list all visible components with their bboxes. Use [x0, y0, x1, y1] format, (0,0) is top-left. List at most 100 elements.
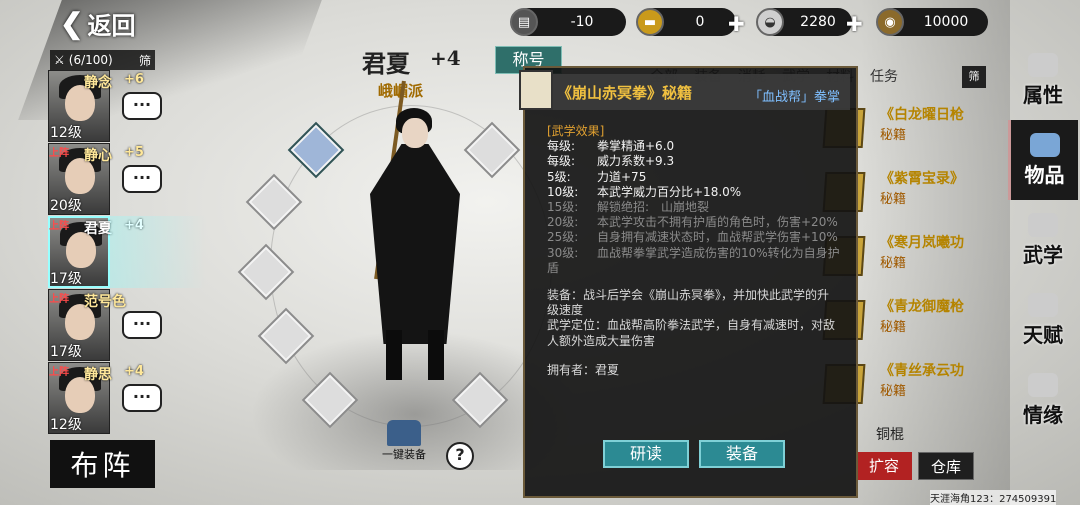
- item-name: 《白龙曜日枪: [880, 107, 964, 123]
- member-name: 范号色: [84, 294, 126, 310]
- roster-header: ⚔ (6/100) 筛: [50, 50, 155, 70]
- study-button[interactable]: 研读: [603, 440, 689, 468]
- affinity-icon: [1028, 372, 1058, 397]
- member-name: 静念: [84, 75, 112, 91]
- effect-row-locked: 25级: 自身拥有减速状态时，血战帮武学伤害+10%: [547, 230, 838, 245]
- roster-member[interactable]: 静念 +6 ··· 12级: [48, 70, 162, 142]
- tooltip-category: 「血战帮」拳掌: [749, 86, 840, 105]
- nav-label: 物品: [1024, 162, 1065, 187]
- currency-silver: ◒ 2280: [756, 8, 852, 36]
- currency-ticket: ▤ -10: [510, 8, 626, 36]
- member-level: 17级: [50, 271, 82, 287]
- item-name: 《寒月岚曦功: [880, 235, 964, 251]
- chat-bubble-icon[interactable]: ···: [122, 92, 162, 120]
- member-plus: +4: [124, 218, 144, 233]
- back-button[interactable]: ❮ 返回: [60, 6, 135, 41]
- member-name: 静思: [84, 367, 112, 383]
- storage-button[interactable]: 仓库: [918, 452, 974, 480]
- one-key-equip-label: 一键装备: [382, 448, 426, 461]
- currency-value: -10: [570, 14, 594, 30]
- tooltip-title: 《崩山赤冥拳》秘籍: [557, 84, 693, 102]
- nav-martial-arts[interactable]: 武学: [1008, 200, 1078, 280]
- help-icon[interactable]: ?: [446, 442, 474, 470]
- nav-items[interactable]: 物品: [1008, 120, 1078, 200]
- member-plus: +6: [124, 72, 144, 87]
- nav-attributes[interactable]: 属性: [1008, 40, 1078, 120]
- effect-header: [武学效果]: [547, 124, 605, 138]
- currency-value: 2280: [800, 14, 836, 30]
- item-type: 秘籍: [880, 192, 907, 207]
- expand-button[interactable]: 扩容: [856, 452, 912, 480]
- nav-label: 情缘: [1023, 402, 1063, 427]
- character-figure: [340, 100, 490, 390]
- owner-label: 拥有者：君夏: [547, 362, 620, 377]
- member-plus: +4: [124, 364, 144, 379]
- member-name: 君夏: [84, 221, 112, 237]
- misc-item-name[interactable]: 铜棍: [876, 424, 904, 444]
- roster-member[interactable]: 上阵 静思 +4 ··· 12级: [48, 362, 162, 434]
- chevron-left-icon: ❮: [60, 7, 84, 40]
- roster-sort-button[interactable]: 筛: [139, 52, 151, 69]
- martial-arts-icon: [1028, 212, 1058, 237]
- roster-count: (6/100): [68, 53, 113, 67]
- on-team-tag: 上阵: [49, 294, 69, 305]
- book-icon: [519, 70, 553, 110]
- equip-description: 装备：战斗后学会《崩山赤冥拳》，并加快此武学的升级速度: [547, 288, 830, 318]
- back-label: 返回: [87, 11, 136, 40]
- ticket-icon: ▤: [510, 8, 538, 36]
- roster-member-selected[interactable]: 上阵 君夏 +4 17级: [48, 216, 206, 288]
- gold-icon: ▬: [636, 8, 664, 36]
- effect-row-locked: 20级: 本武学攻击不拥有护盾的角色时，伤害+20%: [547, 215, 838, 230]
- chat-bubble-icon[interactable]: ···: [122, 311, 162, 339]
- inventory-filter-button[interactable]: 筛: [962, 66, 986, 88]
- item-type: 秘籍: [880, 384, 907, 399]
- nav-talent[interactable]: 天赋: [1008, 280, 1078, 360]
- currency-value: 0: [695, 14, 705, 30]
- equip-button[interactable]: 装备: [699, 440, 785, 468]
- items-icon: [1029, 132, 1060, 157]
- add-silver-button[interactable]: ✚: [846, 12, 863, 36]
- chat-bubble-icon[interactable]: ···: [122, 384, 162, 412]
- add-gold-button[interactable]: ✚: [728, 12, 745, 36]
- currency-coin: ◉ 10000: [876, 8, 988, 36]
- item-type: 秘籍: [880, 128, 907, 143]
- roster-member[interactable]: 上阵 静心 +5 ··· 20级: [48, 143, 162, 215]
- tooltip-clan: 「血战帮」: [748, 90, 814, 105]
- member-level: 12级: [50, 417, 82, 433]
- formation-button[interactable]: 布阵: [50, 440, 155, 488]
- roster-list: 静念 +6 ··· 12级 上阵 静心 +5 ··· 20级 上阵 君夏 +4 …: [48, 70, 206, 435]
- tab-quest[interactable]: 任务: [870, 64, 898, 88]
- member-level: 12级: [50, 125, 82, 141]
- effect-row: 5级: 力道+75: [547, 169, 647, 184]
- effect-row-locked: 30级: 血战帮拳掌武学造成伤害的10%转化为自身护盾: [547, 245, 840, 275]
- item-name: 《青丝承云功: [880, 363, 964, 379]
- member-name: 静心: [84, 148, 112, 164]
- armor-icon: [387, 420, 421, 446]
- talent-icon: [1028, 292, 1058, 317]
- nav-label: 属性: [1023, 82, 1063, 107]
- watermark: 天涯海角123：274509391: [930, 490, 1057, 505]
- item-name: 《青龙御魔枪: [880, 299, 964, 315]
- character-name: 君夏: [362, 49, 410, 78]
- character-plus: +4: [430, 46, 461, 70]
- effect-row: 10级: 本武学威力百分比+18.0%: [547, 184, 742, 199]
- tooltip-body: [武学效果] 每级: 拳掌精通+6.0 每级: 威力系数+9.3 5级: 力道+75 …: [547, 124, 840, 378]
- nav-label: 天赋: [1023, 322, 1063, 347]
- chat-bubble-icon[interactable]: ···: [122, 165, 162, 193]
- member-plus: +5: [124, 145, 144, 160]
- silver-icon: ◒: [756, 8, 784, 36]
- effect-row-locked: 15级: 解锁绝招: 山崩地裂: [547, 200, 710, 215]
- roster-member[interactable]: 上阵 范号色 ··· 17级: [48, 289, 162, 361]
- position-description: 武学定位：血战帮高阶拳法武学，自身有减速时，对敌人额外造成大量伤害: [547, 318, 836, 348]
- effect-row: 每级: 威力系数+9.3: [547, 154, 675, 169]
- effect-row: 每级: 拳掌精通+6.0: [547, 139, 675, 154]
- on-team-tag: 上阵: [49, 221, 69, 232]
- nav-affinity[interactable]: 情缘: [1008, 360, 1078, 440]
- tooltip-type: 拳掌: [813, 90, 840, 105]
- on-team-tag: 上阵: [49, 148, 69, 159]
- item-tooltip: 《崩山赤冥拳》秘籍 「血战帮」拳掌 [武学效果] 每级: 拳掌精通+6.0 每级:…: [519, 66, 858, 498]
- one-key-equip-button[interactable]: 一键装备: [382, 420, 426, 464]
- sword-icon: ⚔: [54, 53, 65, 67]
- attributes-icon: [1028, 52, 1058, 77]
- currency-gold: ▬ 0: [636, 8, 736, 36]
